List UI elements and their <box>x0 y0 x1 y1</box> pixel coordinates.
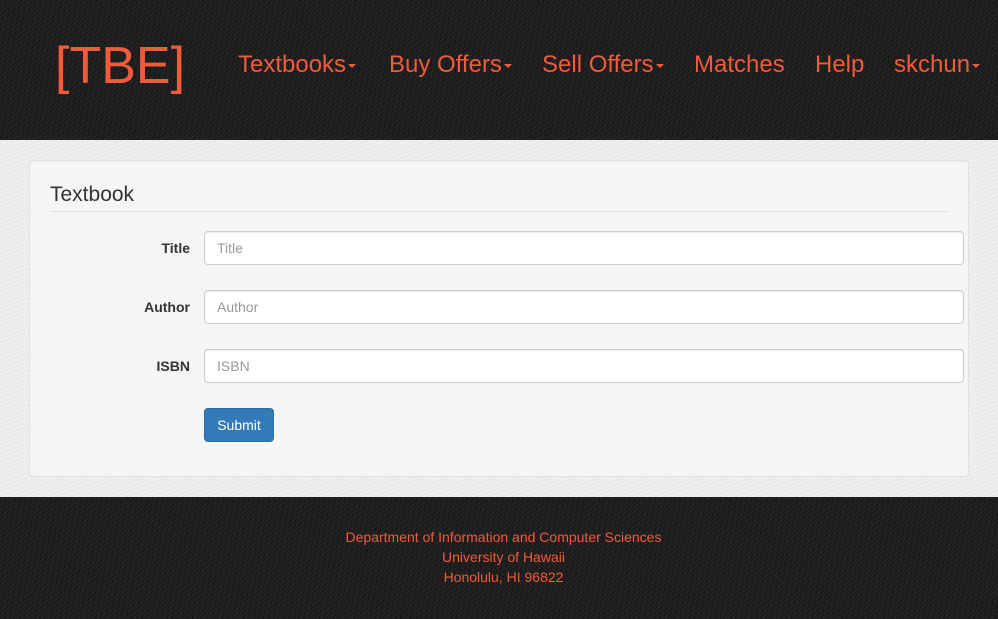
caret-down-icon <box>972 63 981 68</box>
caret-down-icon <box>655 63 664 68</box>
submit-button[interactable]: Submit <box>204 408 274 442</box>
form-legend: Textbook <box>50 183 948 212</box>
nav-item-label: Matches <box>694 51 785 78</box>
nav-item-help[interactable]: Help <box>815 48 864 82</box>
caret-down-icon <box>348 63 357 68</box>
textbook-form-panel: Textbook Title Author ISBN Submit <box>29 160 969 477</box>
nav-item-label: Sell Offers <box>542 51 654 78</box>
nav-item-buy-offers[interactable]: Buy Offers <box>389 48 512 82</box>
nav-item-user-menu[interactable]: skchun <box>894 48 981 82</box>
main-content: Textbook Title Author ISBN Submit <box>0 140 998 497</box>
footer-bar: Department of Information and Computer S… <box>0 497 998 619</box>
nav-item-label: Buy Offers <box>389 51 502 78</box>
author-label: Author <box>144 299 190 315</box>
footer-address: Department of Information and Computer S… <box>0 527 998 587</box>
brand-logo[interactable]: [TBE] <box>55 36 185 96</box>
isbn-input[interactable] <box>204 349 964 383</box>
title-label: Title <box>161 240 190 256</box>
nav-item-sell-offers[interactable]: Sell Offers <box>542 48 664 82</box>
author-input[interactable] <box>204 290 964 324</box>
nav-item-label: skchun <box>894 51 971 78</box>
isbn-label: ISBN <box>156 358 190 374</box>
nav-item-textbooks[interactable]: Textbooks <box>238 48 357 82</box>
header-bar: [TBE] Textbooks Buy Offers Sell Offers M… <box>0 0 998 140</box>
footer-university: University of Hawaii <box>442 549 565 565</box>
footer-department: Department of Information and Computer S… <box>345 529 662 545</box>
nav-item-label: Help <box>815 51 865 78</box>
footer-city: Honolulu, HI 96822 <box>443 569 564 585</box>
nav-item-label: Textbooks <box>238 51 347 78</box>
title-input[interactable] <box>204 231 964 265</box>
nav-item-matches[interactable]: Matches <box>694 48 785 82</box>
caret-down-icon <box>503 63 512 68</box>
